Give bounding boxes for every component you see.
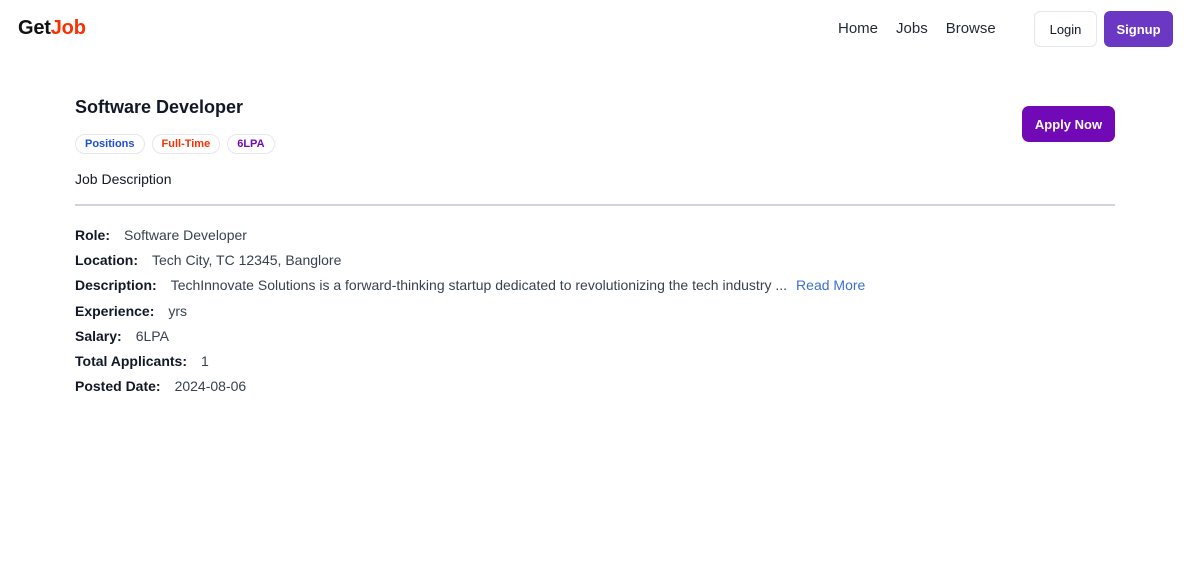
detail-row-applicants: Total Applicants: 1 — [75, 348, 865, 373]
logo-text-job: Job — [50, 17, 86, 39]
job-details: Role: Software Developer Location: Tech … — [75, 222, 865, 399]
logo-text-get: Get — [18, 17, 51, 39]
navbar: GetJob Home Jobs Browse Login Signup — [0, 0, 1190, 58]
detail-row-salary: Salary: 6LPA — [75, 323, 865, 348]
total-applicants-value: 1 — [201, 353, 209, 370]
nav-link-home[interactable]: Home — [838, 20, 878, 37]
job-type-badge: Full-Time — [151, 134, 221, 154]
detail-row-description: Description: TechInnovate Solutions is a… — [75, 273, 865, 298]
logo[interactable]: GetJob — [18, 17, 86, 40]
posted-date-label: Posted Date: — [75, 378, 161, 395]
experience-value: yrs — [168, 302, 188, 319]
salary-badge: 6LPA — [227, 134, 275, 154]
nav-links: Home Jobs Browse — [838, 20, 996, 37]
salary-value: 6LPA — [135, 327, 169, 344]
role-label: Role: — [75, 226, 110, 243]
total-applicants-label: Total Applicants: — [75, 353, 187, 370]
job-title: Software Developer — [75, 97, 244, 117]
detail-row-experience: Experience: yrs — [75, 298, 865, 323]
nav-link-jobs[interactable]: Jobs — [896, 20, 928, 37]
signup-button[interactable]: Signup — [1104, 11, 1173, 47]
job-description-heading: Job Description — [75, 171, 172, 187]
login-button[interactable]: Login — [1034, 11, 1097, 47]
experience-label: Experience: — [75, 302, 155, 319]
job-badges: Positions Full-Time 6LPA — [75, 134, 275, 154]
salary-label: Salary: — [75, 327, 122, 344]
apply-now-button[interactable]: Apply Now — [1022, 106, 1115, 142]
detail-row-location: Location: Tech City, TC 12345, Banglore — [75, 247, 865, 272]
read-more-link[interactable]: Read More — [796, 277, 865, 293]
description-value: TechInnovate Solutions is a forward-thin… — [170, 277, 788, 294]
posted-date-value: 2024-08-06 — [174, 378, 247, 395]
detail-row-posted-date: Posted Date: 2024-08-06 — [75, 374, 865, 399]
nav-link-browse[interactable]: Browse — [946, 20, 996, 37]
description-label: Description: — [75, 277, 157, 294]
divider — [75, 204, 1115, 206]
location-value: Tech City, TC 12345, Banglore — [152, 251, 342, 268]
role-value: Software Developer — [124, 226, 247, 243]
location-label: Location: — [75, 251, 138, 268]
positions-badge: Positions — [75, 134, 145, 154]
detail-row-role: Role: Software Developer — [75, 222, 865, 247]
